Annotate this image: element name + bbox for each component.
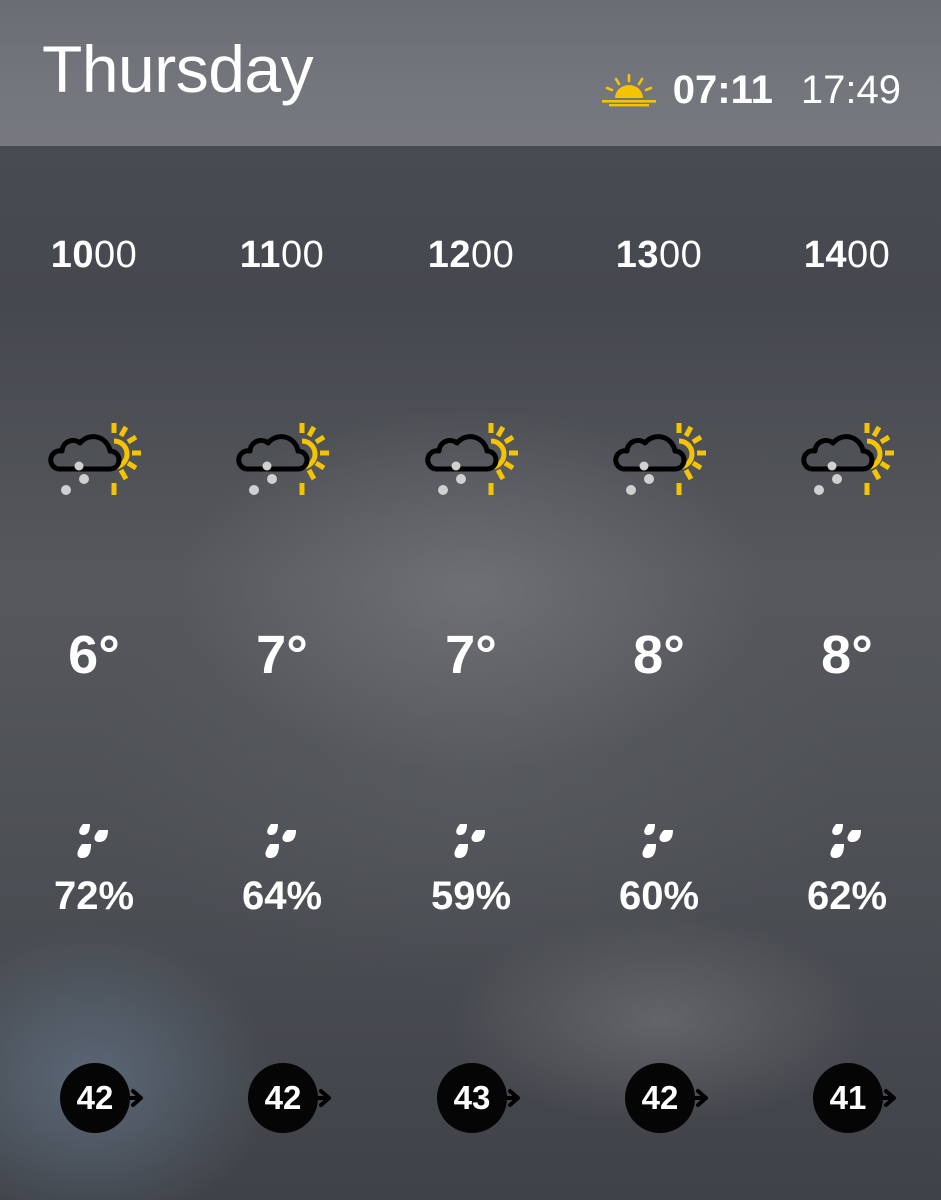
hour-label: 1400 bbox=[803, 234, 891, 276]
sunny-intervals-sleet-icon bbox=[232, 421, 336, 507]
sunset-time: 17:49 bbox=[800, 67, 901, 112]
wind-speed-badge: 42 bbox=[625, 1063, 717, 1133]
precipitation-chance: 60% bbox=[618, 874, 700, 918]
wind-speed-badge: 41 bbox=[813, 1063, 905, 1133]
temperature: 7° bbox=[445, 625, 497, 685]
sun-times: 07:11 17:49 bbox=[599, 68, 901, 112]
raindrops-icon bbox=[639, 824, 679, 864]
wind-speed: 42 bbox=[60, 1063, 130, 1133]
hour-column[interactable]: 1200 7° 59% 43 bbox=[377, 146, 565, 1200]
sunrise-icon bbox=[601, 73, 656, 107]
temperature: 6° bbox=[68, 625, 120, 685]
raindrops-icon bbox=[262, 824, 302, 864]
precipitation-chance: 72% bbox=[53, 874, 135, 918]
hour-column[interactable]: 1400 8° 62% 41 bbox=[753, 146, 941, 1200]
wind-speed: 43 bbox=[437, 1063, 507, 1133]
sunny-intervals-sleet-icon bbox=[797, 421, 901, 507]
sunny-intervals-sleet-icon bbox=[609, 421, 713, 507]
hour-column[interactable]: 1000 6° 72% 42 bbox=[0, 146, 188, 1200]
wind-speed: 42 bbox=[248, 1063, 318, 1133]
precipitation-chance: 62% bbox=[806, 874, 888, 918]
temperature: 7° bbox=[256, 625, 308, 685]
hour-column[interactable]: 1300 8° 60% 42 bbox=[565, 146, 753, 1200]
temperature: 8° bbox=[821, 625, 873, 685]
hour-label: 1000 bbox=[50, 234, 138, 276]
wind-speed-badge: 42 bbox=[248, 1063, 340, 1133]
wind-speed: 41 bbox=[813, 1063, 883, 1133]
day-header: Thursday 07:11 17:49 bbox=[0, 0, 941, 146]
precipitation-chance: 64% bbox=[241, 874, 323, 918]
wind-speed-badge: 42 bbox=[60, 1063, 152, 1133]
raindrops-icon bbox=[74, 824, 114, 864]
hour-label: 1200 bbox=[427, 234, 515, 276]
sunny-intervals-sleet-icon bbox=[421, 421, 525, 507]
temperature: 8° bbox=[633, 625, 685, 685]
hour-label: 1100 bbox=[239, 234, 325, 276]
wind-speed-badge: 43 bbox=[437, 1063, 529, 1133]
hour-label: 1300 bbox=[615, 234, 703, 276]
wind-speed: 42 bbox=[625, 1063, 695, 1133]
day-title: Thursday bbox=[42, 32, 314, 106]
precipitation-chance: 59% bbox=[430, 874, 512, 918]
raindrops-icon bbox=[451, 824, 491, 864]
raindrops-icon bbox=[827, 824, 867, 864]
hourly-forecast[interactable]: 1000 6° 72% 42 1100 7° 64% 42 1200 7° 59… bbox=[0, 146, 941, 1200]
sunny-intervals-sleet-icon bbox=[44, 421, 148, 507]
hour-column[interactable]: 1100 7° 64% 42 bbox=[188, 146, 376, 1200]
sunrise-time: 07:11 bbox=[672, 67, 773, 112]
